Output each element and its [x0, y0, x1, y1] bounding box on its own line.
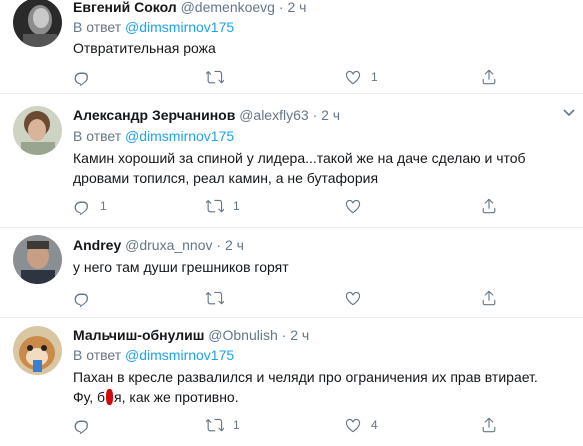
- tweet-time[interactable]: 2 ч: [321, 107, 340, 123]
- like-icon: [344, 289, 362, 307]
- avatar-image: [13, 106, 62, 155]
- retweet-button[interactable]: 1: [206, 415, 240, 435]
- tweet-text-line: Пахан в кресле развалился и челяди про о…: [73, 369, 538, 385]
- tweet-actions: 1: [73, 67, 573, 87]
- tweet-header: Евгений Сокол @demenkoevg · 2 ч: [73, 0, 306, 16]
- retweet-count: 1: [233, 418, 240, 432]
- retweet-button[interactable]: [206, 67, 224, 87]
- like-button[interactable]: 4: [344, 415, 378, 435]
- reply-button[interactable]: [73, 67, 91, 87]
- tweet[interactable]: Andrey @druxa_nnov · 2 ч у него там души…: [0, 228, 583, 318]
- separator-dot: ·: [216, 237, 222, 253]
- tweet-text-line: у него там души грешников горят: [73, 259, 289, 275]
- share-button[interactable]: [480, 415, 498, 435]
- tweet-text-line: дровами топился, реал камин, а не бутафо…: [73, 170, 379, 186]
- retweet-icon: [206, 289, 224, 307]
- share-icon: [480, 68, 498, 86]
- retweet-count: 1: [233, 199, 240, 213]
- tweet-text: у него там души грешников горят: [73, 257, 573, 277]
- reply-icon: [73, 289, 91, 307]
- reply-button[interactable]: [73, 415, 91, 435]
- avatar[interactable]: [13, 326, 62, 375]
- reply-button[interactable]: 1: [73, 196, 107, 216]
- reply-prefix: В ответ: [73, 19, 122, 35]
- tweet-text: Отвратительная рожа: [73, 38, 573, 58]
- tweet-header: Мальчиш-обнулиш @Obnulish · 2 ч: [73, 326, 309, 344]
- like-icon: [344, 416, 362, 434]
- user-handle[interactable]: @demenkoevg: [181, 0, 275, 15]
- avatar-image: [13, 326, 62, 375]
- like-count: 1: [371, 70, 378, 84]
- tweet-text-segment: я, как же противно.: [114, 389, 239, 405]
- avatar-image: [13, 0, 62, 47]
- chevron-down-icon[interactable]: [563, 108, 575, 118]
- user-handle[interactable]: @alexfly63: [239, 107, 308, 123]
- user-name[interactable]: Andrey: [73, 237, 121, 253]
- tweet-actions: 1 4: [73, 415, 573, 435]
- share-icon: [480, 416, 498, 434]
- reply-mention-link[interactable]: @dimsmirnov175: [125, 347, 234, 363]
- reply-prefix: В ответ: [73, 128, 122, 144]
- avatar[interactable]: [13, 106, 62, 155]
- user-name[interactable]: Александр Зерчанинов: [73, 107, 235, 123]
- tweet-text-line: Камин хороший за спиной у лидера...такой…: [73, 150, 526, 166]
- tweet-actions: [73, 288, 573, 308]
- share-button[interactable]: [480, 288, 498, 308]
- reply-icon: [73, 416, 91, 434]
- reply-icon: [73, 197, 91, 215]
- avatar[interactable]: [13, 0, 62, 47]
- share-icon: [480, 289, 498, 307]
- like-icon: [344, 68, 362, 86]
- like-button[interactable]: 1: [344, 67, 378, 87]
- reply-icon: [73, 68, 91, 86]
- retweet-icon: [206, 197, 224, 215]
- reply-mention-link[interactable]: @dimsmirnov175: [125, 128, 234, 144]
- retweet-icon: [206, 416, 224, 434]
- tweet-text-line: Фу, б я, как же противно.: [73, 387, 573, 407]
- tweet-header: Александр Зерчанинов @alexfly63 · 2 ч: [73, 106, 340, 124]
- user-name[interactable]: Мальчиш-обнулиш: [73, 327, 204, 343]
- separator-dot: ·: [312, 107, 318, 123]
- like-button[interactable]: [344, 196, 362, 216]
- reply-mention-link[interactable]: @dimsmirnov175: [125, 19, 234, 35]
- like-button[interactable]: [344, 288, 362, 308]
- retweet-button[interactable]: [206, 288, 224, 308]
- like-count: 4: [371, 418, 378, 432]
- tweet-text: Камин хороший за спиной у лидера...такой…: [73, 148, 573, 188]
- tweet-time[interactable]: 2 ч: [225, 237, 244, 253]
- avatar[interactable]: [13, 235, 62, 284]
- tweet[interactable]: Мальчиш-обнулиш @Obnulish · 2 ч В ответ …: [0, 318, 583, 446]
- tweet[interactable]: Александр Зерчанинов @alexfly63 · 2 ч В …: [0, 94, 583, 228]
- reply-button[interactable]: [73, 288, 91, 308]
- tweet[interactable]: Евгений Сокол @demenkoevg · 2 ч В ответ …: [0, 0, 583, 94]
- separator-dot: ·: [278, 0, 284, 15]
- tweet-actions: 1 1: [73, 196, 573, 216]
- reply-context: В ответ @dimsmirnov175: [73, 127, 234, 145]
- share-button[interactable]: [480, 67, 498, 87]
- reply-context: В ответ @dimsmirnov175: [73, 18, 234, 36]
- censor-mark: [106, 389, 114, 405]
- tweet-time[interactable]: 2 ч: [290, 327, 309, 343]
- retweet-icon: [206, 68, 224, 86]
- reply-prefix: В ответ: [73, 347, 122, 363]
- share-button[interactable]: [480, 196, 498, 216]
- like-icon: [344, 197, 362, 215]
- tweet-text-segment: Фу, б: [73, 389, 106, 405]
- tweet-time[interactable]: 2 ч: [287, 0, 306, 15]
- separator-dot: ·: [281, 327, 287, 343]
- retweet-button[interactable]: 1: [206, 196, 240, 216]
- tweet-text-line: Отвратительная рожа: [73, 40, 216, 56]
- share-icon: [480, 197, 498, 215]
- user-name[interactable]: Евгений Сокол: [73, 0, 177, 15]
- tweet-text: Пахан в кресле развалился и челяди про о…: [73, 367, 573, 407]
- tweet-header: Andrey @druxa_nnov · 2 ч: [73, 236, 244, 254]
- user-handle[interactable]: @druxa_nnov: [125, 237, 212, 253]
- reply-context: В ответ @dimsmirnov175: [73, 346, 234, 364]
- user-handle[interactable]: @Obnulish: [208, 327, 277, 343]
- avatar-image: [13, 235, 62, 284]
- reply-count: 1: [100, 199, 107, 213]
